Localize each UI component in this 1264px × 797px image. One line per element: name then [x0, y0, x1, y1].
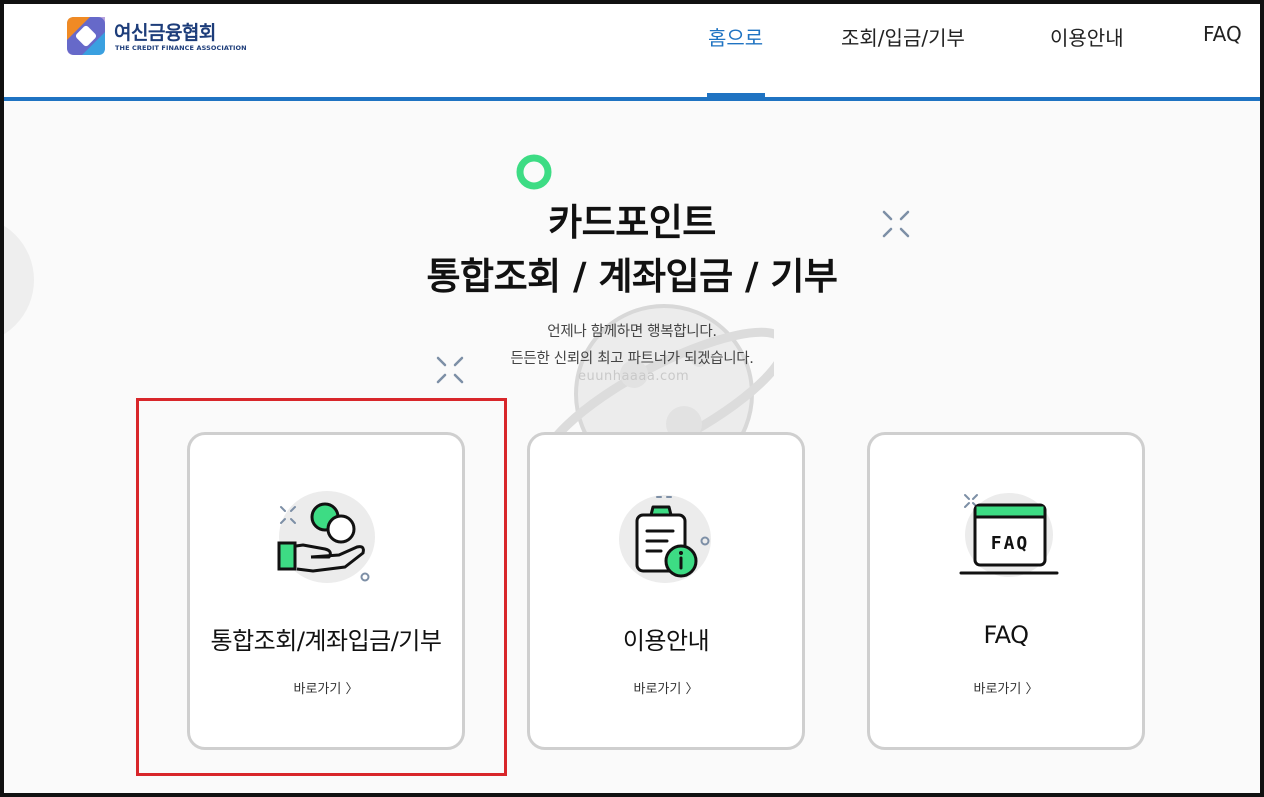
nav-faq[interactable]: FAQ	[1203, 22, 1242, 46]
card-title: 이용안내	[622, 627, 710, 655]
card-guide[interactable]: 이용안내 바로가기 〉	[527, 432, 805, 750]
selection-highlight-box	[136, 398, 507, 776]
nav-lookup-deposit-donate[interactable]: 조회/입금/기부	[841, 22, 965, 51]
nav-active-indicator	[707, 93, 765, 97]
logo-subtitle: THE CREDIT FINANCE ASSOCIATION	[115, 44, 247, 52]
logo-title: 여신금융협회	[114, 22, 216, 44]
logo-mark-icon	[67, 17, 105, 55]
nav-guide[interactable]: 이용안내	[1050, 22, 1124, 51]
card-faq[interactable]: FAQ FAQ 바로가기 〉	[867, 432, 1145, 750]
faq-monitor-icon: FAQ	[959, 493, 1059, 577]
hero-subtitle-line2: 든든한 신뢰의 최고 파트너가 되겠습니다.	[510, 351, 754, 367]
card-title: FAQ	[983, 621, 1030, 649]
hero-title-line2: 통합조회 / 계좌입금 / 기부	[426, 255, 838, 298]
faq-icon-text: FAQ	[991, 533, 1030, 554]
site-header: 여신금융협회 THE CREDIT FINANCE ASSOCIATION 홈으…	[4, 4, 1260, 101]
app-window: 여신금융협회 THE CREDIT FINANCE ASSOCIATION 홈으…	[0, 0, 1264, 797]
green-ring-decoration	[516, 154, 552, 190]
hero-subtitle-line1: 언제나 함께하면 행복합니다.	[547, 324, 717, 340]
watermark-text: euunhaaaa.com	[578, 369, 690, 384]
nav-home[interactable]: 홈으로	[708, 22, 763, 51]
clipboard-info-icon	[619, 495, 711, 583]
go-link[interactable]: 바로가기 〉	[530, 678, 802, 697]
site-logo[interactable]: 여신금융협회 THE CREDIT FINANCE ASSOCIATION	[66, 16, 266, 60]
hero-title-line1: 카드포인트	[548, 201, 716, 244]
go-link[interactable]: 바로가기 〉	[870, 678, 1142, 697]
